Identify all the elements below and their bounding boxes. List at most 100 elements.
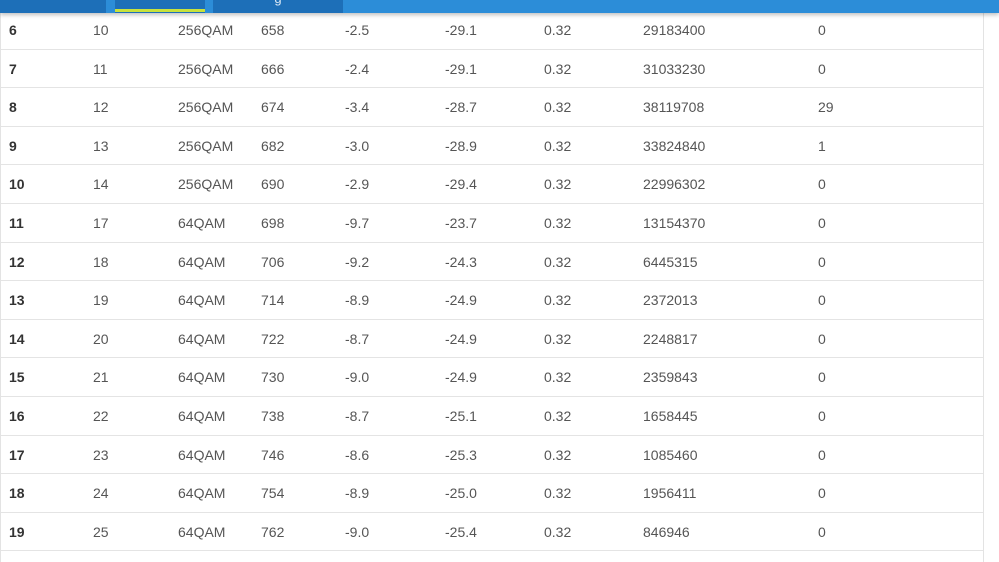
tab-3[interactable]: g [213, 0, 343, 13]
snr-cell: -24.9 [445, 369, 477, 386]
codewords-cell: 13154370 [643, 214, 706, 231]
table-row: 13 19 64QAM 714 -8.9 -24.9 0.32 2372013 … [1, 281, 983, 320]
codewords-cell: 6445315 [643, 253, 698, 270]
errors-cell: 0 [818, 253, 826, 270]
modulation-cell: 64QAM [178, 253, 226, 270]
codewords-cell: 38119708 [643, 99, 705, 116]
modulation-cell: 64QAM [178, 330, 226, 347]
snr-cell: -25.3 [445, 446, 477, 463]
table-cell: 22 [93, 407, 109, 424]
table-cell: 0.32 [544, 22, 572, 38]
codewords-cell: 1956411 [643, 485, 697, 502]
table-cell: 10 [93, 22, 109, 38]
modulation-cell: 64QAM [178, 485, 226, 502]
modulation-cell: 64QAM [178, 446, 226, 463]
table-row: 14 20 64QAM 722 -8.7 -24.9 0.32 2248817 … [1, 320, 983, 359]
errors-cell: 0 [818, 523, 826, 540]
codewords-cell: 2248817 [643, 330, 698, 347]
frequency-cell: 666 [261, 60, 285, 77]
table-cell: 0.32 [544, 99, 572, 116]
power-cell: -9.0 [345, 523, 370, 540]
frequency-cell: 746 [261, 446, 285, 463]
modulation-cell: 64QAM [178, 369, 226, 386]
frequency-cell: 754 [261, 485, 285, 502]
power-cell: -8.9 [345, 485, 370, 502]
table-row: 16 22 64QAM 738 -8.7 -25.1 0.32 1658445 … [1, 397, 983, 436]
codewords-cell: 2359843 [643, 369, 698, 386]
table-cell: 17 [93, 214, 109, 231]
errors-cell: 0 [818, 214, 826, 231]
snr-cell: -24.9 [445, 292, 477, 309]
frequency-cell: 730 [261, 369, 285, 386]
errors-cell: 0 [818, 407, 826, 424]
table-cell: 11 [93, 60, 108, 77]
channel-table: 6 10 256QAM 658 -2.5 -29.1 0.32 29183400… [0, 11, 984, 562]
snr-cell: -25.1 [445, 407, 477, 424]
table-cell: 0.32 [544, 446, 572, 463]
table-row: 18 24 64QAM 754 -8.9 -25.0 0.32 1956411 … [1, 474, 983, 513]
snr-cell: -23.7 [445, 214, 477, 231]
channel-id-cell: 11 [9, 214, 24, 231]
table-cell: 0.32 [544, 253, 572, 270]
tab-label: g [213, 0, 343, 6]
table-cell: 19 [93, 292, 109, 309]
errors-cell: 0 [818, 446, 826, 463]
table-row: 15 21 64QAM 730 -9.0 -24.9 0.32 2359843 … [1, 358, 983, 397]
channel-id-cell: 6 [9, 22, 17, 38]
snr-cell: -28.9 [445, 137, 477, 154]
channel-id-cell: 13 [9, 292, 25, 309]
tab-1[interactable] [0, 0, 106, 13]
power-cell: -2.5 [345, 22, 370, 38]
snr-cell: -28.7 [445, 99, 477, 116]
errors-cell: 0 [818, 176, 826, 193]
errors-cell: 0 [818, 369, 826, 386]
table-cell: 21 [93, 369, 109, 386]
snr-cell: -25.4 [445, 523, 477, 540]
channel-id-cell: 14 [9, 330, 25, 347]
tab-2-active[interactable] [115, 0, 205, 13]
errors-cell: 1 [818, 137, 826, 154]
codewords-cell: 1085460 [643, 446, 698, 463]
channel-id-cell: 9 [9, 137, 17, 154]
channel-id-cell: 8 [9, 99, 17, 116]
snr-cell: -24.3 [445, 253, 477, 270]
modulation-cell: 256QAM [178, 176, 234, 193]
active-tab-indicator [115, 9, 205, 12]
table-row: 6 10 256QAM 658 -2.5 -29.1 0.32 29183400… [1, 11, 983, 50]
codewords-cell: 22996302 [643, 176, 706, 193]
frequency-cell: 674 [261, 99, 285, 116]
table-cell: 18 [93, 253, 109, 270]
errors-cell: 0 [818, 485, 826, 502]
modulation-cell: 256QAM [178, 60, 234, 77]
table-row: 17 23 64QAM 746 -8.6 -25.3 0.32 1085460 … [1, 436, 983, 475]
table-cell: 0.32 [544, 330, 572, 347]
table-cell: 0.32 [544, 292, 572, 309]
table-cell: 24 [93, 485, 109, 502]
table-cell: 0.32 [544, 485, 572, 502]
power-cell: -9.0 [345, 369, 370, 386]
table-cell: 0.32 [544, 214, 572, 231]
snr-cell: -24.9 [445, 330, 477, 347]
table-cell: 12 [93, 99, 109, 116]
table-row: 10 14 256QAM 690 -2.9 -29.4 0.32 2299630… [1, 165, 983, 204]
channel-id-cell: 18 [9, 485, 25, 502]
table-cell: 0.32 [544, 523, 572, 540]
frequency-cell: 682 [261, 137, 285, 154]
table-row: 11 17 64QAM 698 -9.7 -23.7 0.32 13154370… [1, 204, 983, 243]
table-row: 7 11 256QAM 666 -2.4 -29.1 0.32 31033230… [1, 50, 983, 89]
table-cell: 0.32 [544, 407, 572, 424]
frequency-cell: 738 [261, 407, 285, 424]
frequency-cell: 698 [261, 214, 285, 231]
codewords-cell: 33824840 [643, 137, 706, 154]
modulation-cell: 64QAM [178, 292, 226, 309]
frequency-cell: 714 [261, 292, 285, 309]
power-cell: -9.2 [345, 253, 370, 270]
frequency-cell: 690 [261, 176, 285, 193]
errors-cell: 29 [818, 99, 834, 116]
snr-cell: -29.1 [445, 22, 477, 38]
power-cell: -9.7 [345, 214, 370, 231]
table-cell: 25 [93, 523, 109, 540]
modulation-cell: 64QAM [178, 523, 226, 540]
channel-id-cell: 17 [9, 446, 25, 463]
power-cell: -2.4 [345, 60, 370, 77]
